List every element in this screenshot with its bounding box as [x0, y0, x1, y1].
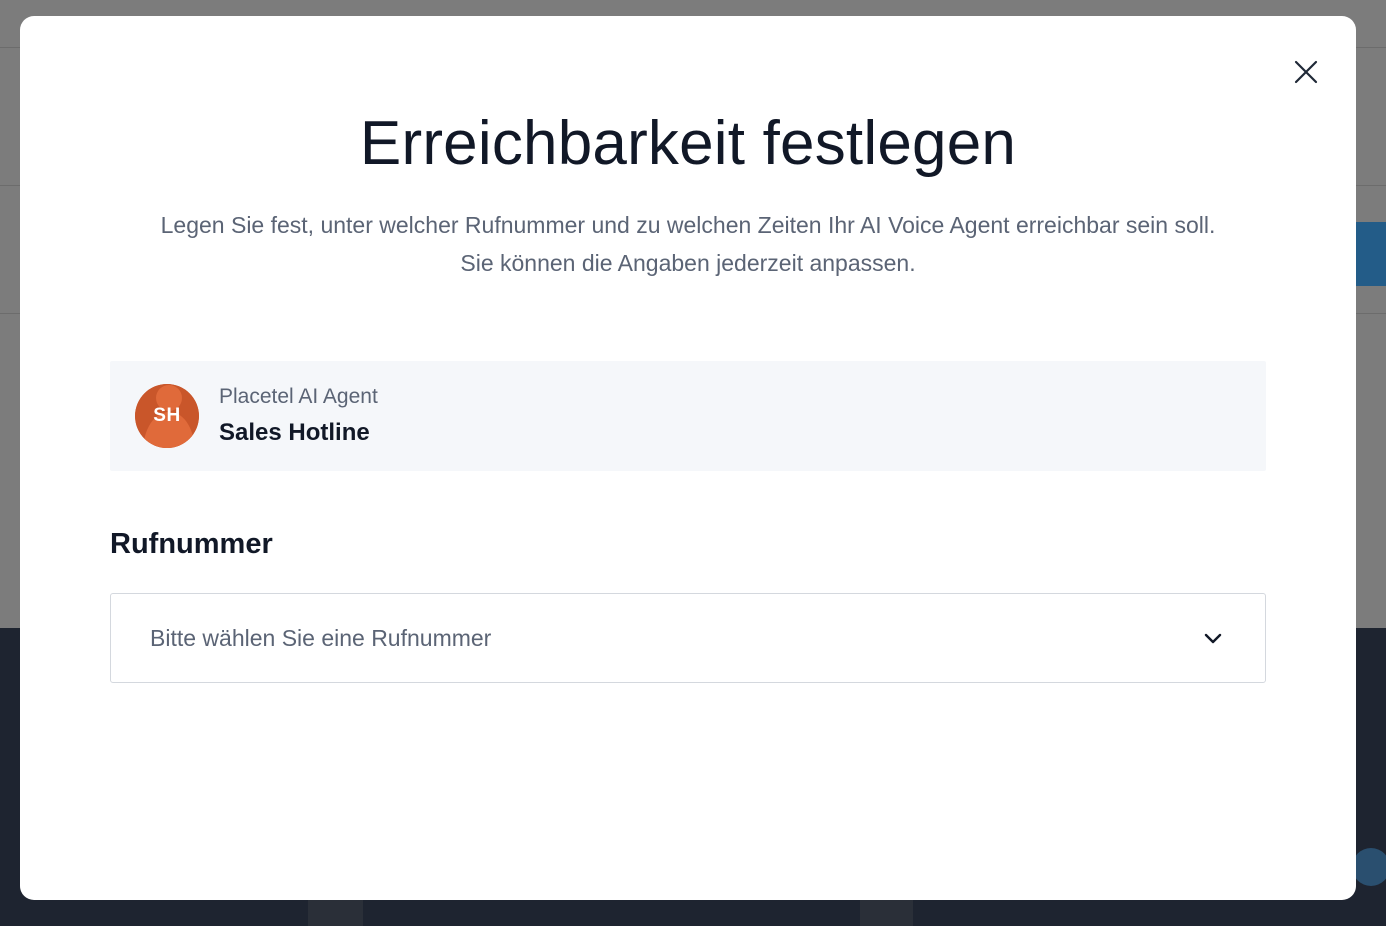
dialog-title: Erreichbarkeit festlegen	[359, 109, 1017, 178]
dialog-subtitle-line-2: Sie können die Angaben jederzeit anpasse…	[460, 250, 916, 276]
background-strip	[860, 900, 913, 926]
agent-type: Placetel AI Agent	[219, 385, 378, 408]
availability-dialog: Erreichbarkeit festlegen Legen Sie fest,…	[20, 16, 1356, 900]
agent-card: SH Placetel AI Agent Sales Hotline	[110, 361, 1266, 471]
close-icon	[1294, 60, 1318, 84]
background-strip	[308, 900, 363, 926]
avatar: SH	[135, 384, 199, 448]
phone-number-placeholder: Bitte wählen Sie eine Rufnummer	[150, 625, 492, 651]
background-chat-bubble	[1352, 848, 1386, 886]
phone-number-label: Rufnummer	[110, 528, 273, 560]
avatar-initials: SH	[153, 405, 181, 426]
chevron-down-icon	[1204, 633, 1222, 644]
phone-number-select[interactable]: Bitte wählen Sie eine Rufnummer	[110, 593, 1266, 683]
dialog-subtitle-line-1: Legen Sie fest, unter welcher Rufnummer …	[160, 212, 1216, 238]
background-button	[1356, 222, 1386, 286]
agent-name: Sales Hotline	[219, 419, 370, 446]
close-button[interactable]	[1290, 56, 1322, 88]
dialog-subtitle: Legen Sie fest, unter welcher Rufnummer …	[100, 206, 1276, 282]
